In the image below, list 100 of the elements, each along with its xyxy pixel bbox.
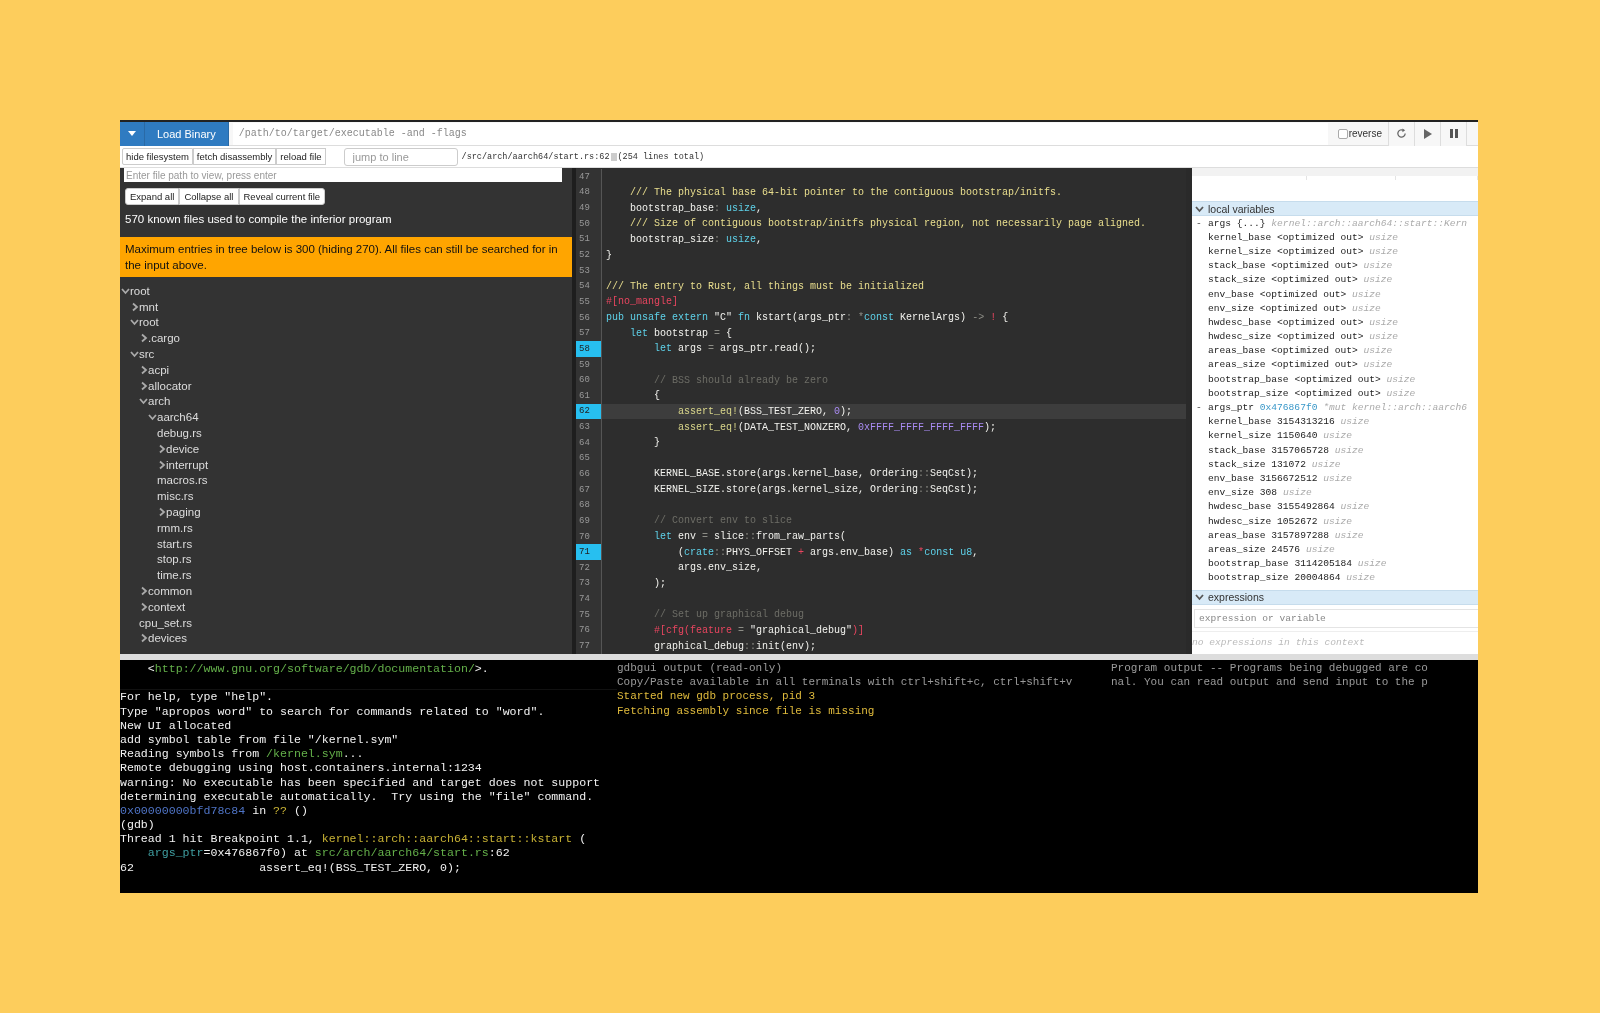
file-name[interactable]: start.rs bbox=[157, 537, 193, 550]
line-number[interactable]: 71 bbox=[576, 544, 602, 560]
file-name[interactable]: cpu_set.rs bbox=[139, 616, 193, 629]
chevron-right-icon[interactable] bbox=[139, 364, 148, 375]
folder-name[interactable]: acpi bbox=[148, 363, 170, 376]
load-binary-button[interactable]: Load Binary bbox=[145, 121, 229, 146]
warning-banner: Maximum entries in tree below is 300 (hiding 270). All files can still be searched for in the input above. bbox=[120, 237, 572, 277]
file-name[interactable]: misc.rs bbox=[157, 490, 194, 503]
tree-button[interactable]: Expand all bbox=[125, 188, 180, 205]
source-toolbar-button[interactable]: reload file bbox=[276, 148, 326, 165]
folder-name[interactable]: context bbox=[148, 600, 186, 613]
chevron-right-icon[interactable] bbox=[157, 459, 166, 470]
line-number[interactable]: 49 bbox=[576, 200, 602, 216]
file-name[interactable]: debug.rs bbox=[157, 427, 202, 440]
line-number[interactable]: 72 bbox=[576, 560, 602, 576]
play-icon bbox=[1423, 128, 1432, 139]
code-line: pub unsafe extern "C" fn kstart(args_ptr: *const KernelArgs) -> ! { bbox=[605, 311, 1010, 326]
line-number[interactable]: 66 bbox=[576, 466, 602, 482]
collapse-toggle[interactable]: - bbox=[1196, 402, 1208, 414]
section-title: local variables bbox=[1208, 202, 1275, 215]
chevron-down-icon[interactable] bbox=[130, 317, 139, 328]
jump-to-line-field[interactable]: jump to line bbox=[343, 147, 458, 166]
line-number[interactable]: 63 bbox=[576, 419, 602, 435]
terminal-line: New UI allocated bbox=[120, 718, 233, 733]
file-name[interactable]: stop.rs bbox=[157, 553, 192, 566]
section-header[interactable]: expressions bbox=[1192, 589, 1478, 605]
chevron-right-icon[interactable] bbox=[139, 333, 148, 344]
line-number[interactable]: 57 bbox=[576, 325, 602, 342]
output-line: Copy/Paste available in all terminals with ctrl+shift+c, ctrl+shift+v bbox=[617, 676, 1074, 691]
folder-name[interactable]: aarch64 bbox=[157, 411, 199, 424]
line-number[interactable]: 47 bbox=[576, 169, 602, 185]
folder-name[interactable]: root bbox=[139, 316, 159, 329]
file-name[interactable]: time.rs bbox=[157, 569, 192, 582]
code-line: /// The entry to Rust, all things must be initialized bbox=[605, 279, 926, 294]
section-title: expressions bbox=[1208, 591, 1265, 604]
line-number[interactable]: 74 bbox=[576, 591, 602, 607]
folder-name[interactable]: paging bbox=[166, 506, 201, 519]
code-line: assert_eq!(DATA_TEST_NONZERO, 0xFFFF_FFFF_FFFF_FFFF); bbox=[677, 420, 998, 435]
variable-entry: hwdesc_size 1052672 usize bbox=[1208, 515, 1352, 527]
chevron-down-icon[interactable] bbox=[130, 349, 139, 360]
line-number[interactable]: 60 bbox=[576, 372, 602, 388]
code-line: /// The physical base 64-bit pointer to the contiguous bootstrap/initfs. bbox=[629, 185, 1064, 200]
binary-path-field[interactable]: /path/to/target/executable -and -flags bbox=[232, 122, 1328, 145]
code-line: let args = args_ptr.read(); bbox=[653, 342, 818, 357]
chevron-right-icon[interactable] bbox=[139, 601, 148, 612]
line-number[interactable]: 58 bbox=[576, 341, 602, 357]
variable-entry: args_ptr 0x476867f0 *mut kernel::arch::aarch6 bbox=[1208, 402, 1468, 414]
folder-name[interactable]: common bbox=[148, 585, 193, 598]
continue-button[interactable] bbox=[1414, 121, 1440, 146]
reverse-checkbox[interactable] bbox=[1337, 128, 1348, 139]
chevron-right-icon[interactable] bbox=[130, 301, 139, 312]
folder-name[interactable]: device bbox=[166, 442, 200, 455]
chevron-down-icon[interactable] bbox=[148, 412, 157, 423]
pause-button[interactable] bbox=[1440, 121, 1466, 146]
chevron-right-icon[interactable] bbox=[139, 633, 148, 644]
file-name[interactable]: rmm.rs bbox=[157, 521, 193, 534]
chevron-right-icon[interactable] bbox=[157, 443, 166, 454]
folder-name[interactable]: allocator bbox=[148, 379, 192, 392]
code-line: (crate::PHYS_OFFSET + args.env_base) as *const u8, bbox=[677, 545, 980, 560]
variable-entry: stack_base <optimized out> usize bbox=[1208, 260, 1393, 272]
folder-name[interactable]: .cargo bbox=[148, 332, 180, 345]
expression-field[interactable]: expression or variable bbox=[1194, 608, 1478, 628]
chevron-right-icon[interactable] bbox=[139, 380, 148, 391]
line-number[interactable]: 52 bbox=[576, 247, 602, 263]
line-number[interactable]: 77 bbox=[576, 638, 602, 654]
chevron-right-icon[interactable] bbox=[139, 586, 148, 597]
variable-entry: kernel_size 1150640 usize bbox=[1208, 430, 1352, 442]
code-line: bootstrap_size: usize, bbox=[629, 232, 764, 247]
tree-button[interactable]: Collapse all bbox=[179, 188, 239, 205]
section-header[interactable]: local variables bbox=[1192, 201, 1478, 216]
folder-name[interactable]: interrupt bbox=[166, 458, 209, 471]
folder-name[interactable]: src bbox=[139, 348, 155, 361]
folder-name[interactable]: mnt bbox=[139, 300, 159, 313]
dropdown-button[interactable] bbox=[120, 121, 145, 146]
collapse-toggle[interactable]: - bbox=[1196, 217, 1208, 229]
restart-button[interactable] bbox=[1388, 121, 1414, 146]
file-path-field[interactable]: Enter file path to view, press enter bbox=[124, 168, 562, 182]
folder-name[interactable]: devices bbox=[148, 632, 187, 645]
tree-button[interactable]: Reveal current file bbox=[238, 188, 326, 205]
code-line: graphical_debug::init(env); bbox=[653, 639, 818, 654]
folder-name[interactable]: root bbox=[130, 284, 150, 297]
terminal-line: add symbol table from file "/kernel.sym" bbox=[120, 732, 400, 748]
code-line: KERNEL_BASE.store(args.kernel_base, Ordering::SeqCst); bbox=[653, 467, 980, 482]
variable-entry: kernel_base <optimized out> usize bbox=[1208, 231, 1399, 243]
chevron-down-icon[interactable] bbox=[139, 396, 148, 407]
folder-name[interactable]: arch bbox=[148, 395, 171, 408]
line-number[interactable]: 69 bbox=[576, 513, 602, 529]
terminal-line: 62 assert_eq!(BSS_TEST_ZERO, 0); bbox=[120, 860, 462, 875]
chevron-down-icon[interactable] bbox=[1195, 592, 1204, 603]
line-number[interactable]: 68 bbox=[576, 497, 602, 514]
code-line: // Set up graphical debug bbox=[653, 608, 806, 623]
code-line: #[cfg(feature = "graphical_debug")] bbox=[653, 623, 866, 638]
line-number[interactable]: 55 bbox=[576, 294, 602, 310]
caret-icon bbox=[128, 131, 136, 136]
source-toolbar-button[interactable]: fetch disassembly bbox=[192, 148, 277, 165]
chevron-right-icon[interactable] bbox=[157, 507, 166, 518]
file-name[interactable]: macros.rs bbox=[157, 474, 208, 487]
code-line: // BSS should already be zero bbox=[653, 373, 830, 388]
line-number[interactable]: 54 bbox=[576, 278, 602, 295]
source-toolbar-button[interactable]: hide filesystem bbox=[122, 148, 193, 165]
